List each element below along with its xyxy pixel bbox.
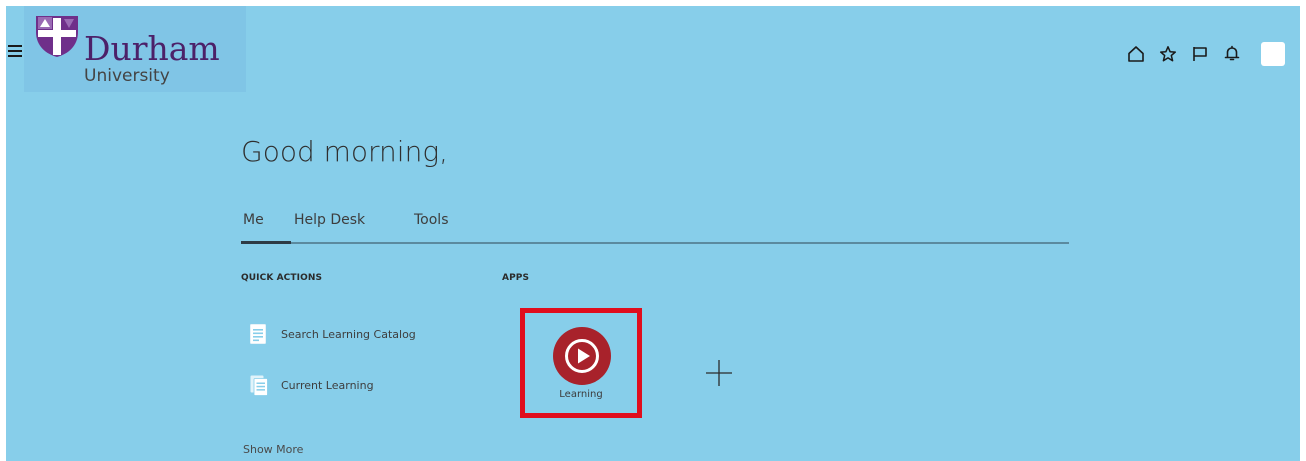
learning-app-label: Learning: [559, 389, 603, 400]
university-logo[interactable]: Durham University: [24, 6, 246, 92]
header-toolbar: [1115, 42, 1285, 66]
tab-selection-indicator: [241, 241, 291, 244]
learning-app-tile[interactable]: Learning: [520, 308, 642, 418]
document-icon: [250, 323, 268, 345]
play-icon: [565, 339, 599, 373]
logo-subtitle: University: [84, 66, 170, 86]
documents-icon: [250, 374, 268, 396]
tab-tools[interactable]: Tools: [414, 210, 449, 230]
apps-heading: APPS: [502, 273, 530, 283]
menu-icon[interactable]: [8, 45, 22, 57]
tab-bar: Me Help Desk Tools: [241, 210, 1069, 244]
quick-action-label: Search Learning Catalog: [281, 327, 416, 341]
quick-action-label: Current Learning: [281, 378, 374, 392]
learning-app-icon: [553, 327, 611, 385]
bell-icon[interactable]: [1221, 43, 1243, 65]
plus-icon[interactable]: [704, 358, 734, 388]
flag-icon[interactable]: [1189, 43, 1211, 65]
quick-action-search-learning-catalog[interactable]: Search Learning Catalog: [250, 322, 416, 346]
avatar[interactable]: [1261, 42, 1285, 66]
quick-action-current-learning[interactable]: Current Learning: [250, 373, 374, 397]
page-title: Good morning,: [241, 135, 449, 168]
tab-me[interactable]: Me: [243, 210, 264, 230]
tab-help-desk[interactable]: Help Desk: [294, 210, 365, 230]
star-icon[interactable]: [1157, 43, 1179, 65]
crest-icon: [36, 16, 78, 57]
quick-actions-heading: QUICK ACTIONS: [241, 273, 323, 283]
app-screen: Durham University Good morning, Me Help …: [6, 6, 1300, 461]
home-icon[interactable]: [1125, 43, 1147, 65]
show-more-link[interactable]: Show More: [243, 443, 303, 456]
logo-name: Durham: [84, 29, 220, 68]
